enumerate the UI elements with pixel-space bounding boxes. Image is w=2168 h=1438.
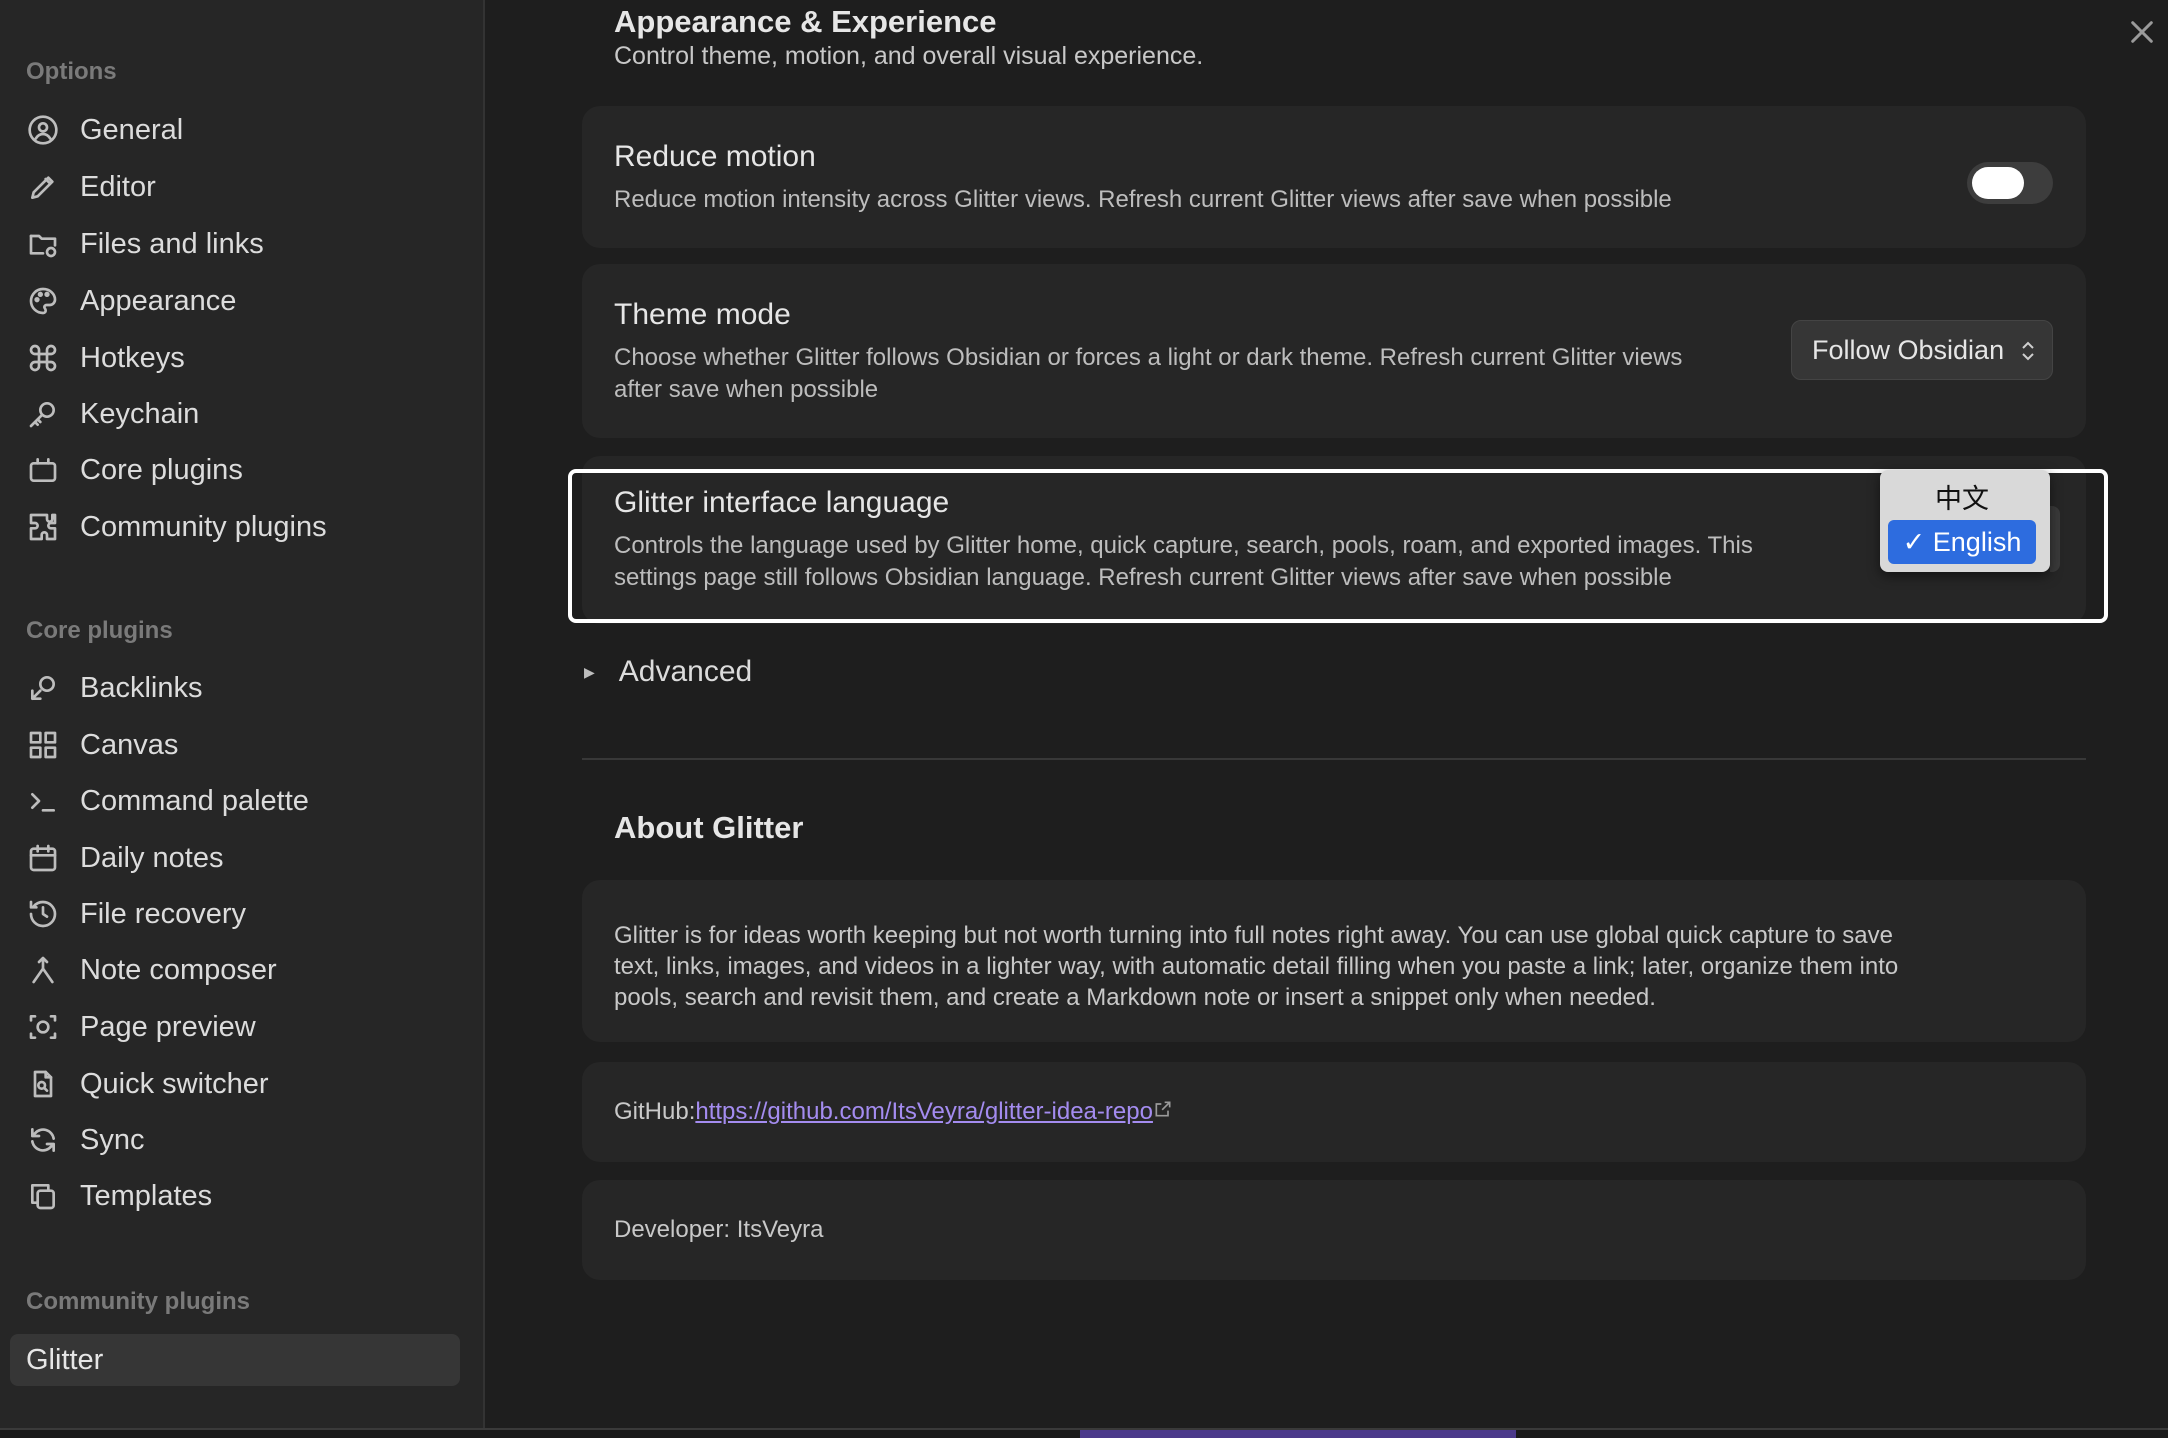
sidebar-item-label: General bbox=[80, 113, 184, 146]
sidebar-section-community-plugins: Community plugins bbox=[26, 1288, 250, 1315]
sidebar-item-appearance[interactable]: Appearance bbox=[26, 277, 236, 325]
sync-icon bbox=[26, 1123, 60, 1157]
sidebar-item-hotkeys[interactable]: Hotkeys bbox=[26, 334, 185, 382]
about-line-2: text, links, images, and videos in a lig… bbox=[614, 953, 1899, 980]
key-icon bbox=[26, 397, 60, 431]
close-button[interactable] bbox=[2124, 14, 2160, 50]
sidebar-item-label: Daily notes bbox=[80, 841, 224, 874]
sidebar-item-label: Community plugins bbox=[80, 510, 327, 543]
close-icon bbox=[2131, 21, 2153, 43]
sidebar-item-quick-switcher[interactable]: Quick switcher bbox=[26, 1060, 269, 1108]
sidebar-item-keychain[interactable]: Keychain bbox=[26, 390, 199, 438]
sidebar-item-sync[interactable]: Sync bbox=[26, 1116, 144, 1164]
disclosure-triangle-icon: ▶ bbox=[584, 663, 595, 680]
terminal-icon bbox=[26, 784, 60, 818]
sidebar-item-note-composer[interactable]: Note composer bbox=[26, 946, 277, 994]
settings-sidebar: Options General Editor Files and links A… bbox=[0, 0, 485, 1428]
developer-card: Developer: ItsVeyra bbox=[582, 1180, 2086, 1280]
sidebar-item-label: Editor bbox=[80, 170, 156, 203]
reduce-motion-toggle[interactable] bbox=[1967, 162, 2053, 204]
theme-mode-setting: Theme mode Choose whether Glitter follow… bbox=[582, 264, 2086, 438]
language-select-edge bbox=[2050, 506, 2060, 572]
sidebar-item-label: Command palette bbox=[80, 784, 309, 817]
sidebar-item-general[interactable]: General bbox=[26, 106, 183, 154]
setting-title: Theme mode bbox=[614, 298, 791, 331]
bottom-status-bar bbox=[0, 1428, 2168, 1438]
backlinks-icon bbox=[26, 671, 60, 705]
chevron-up-down-icon bbox=[2020, 339, 2036, 363]
advanced-label: Advanced bbox=[618, 655, 753, 688]
sidebar-item-label: Note composer bbox=[80, 953, 277, 986]
puzzle-icon bbox=[26, 510, 60, 544]
sidebar-item-backlinks[interactable]: Backlinks bbox=[26, 664, 203, 712]
about-title: About Glitter bbox=[614, 810, 804, 845]
sidebar-item-label: File recovery bbox=[80, 897, 246, 930]
copy-icon bbox=[26, 1179, 60, 1213]
sidebar-item-label: Backlinks bbox=[80, 671, 203, 704]
advanced-disclosure[interactable]: ▶ Advanced bbox=[582, 655, 752, 689]
sidebar-item-command-palette[interactable]: Command palette bbox=[26, 777, 309, 825]
palette-icon bbox=[26, 284, 60, 318]
language-option-chinese[interactable]: 中文 bbox=[1888, 474, 2036, 518]
about-line-3: pools, search and revisit them, and crea… bbox=[614, 984, 1656, 1011]
developer-text: Developer: ItsVeyra bbox=[614, 1216, 824, 1243]
sidebar-item-editor[interactable]: Editor bbox=[26, 163, 156, 211]
section-divider bbox=[582, 758, 2086, 760]
sidebar-item-canvas[interactable]: Canvas bbox=[26, 721, 178, 769]
focus-highlight-box bbox=[568, 469, 2108, 623]
sidebar-item-label: Hotkeys bbox=[80, 341, 185, 374]
setting-description: Reduce motion intensity across Glitter v… bbox=[614, 186, 1672, 213]
github-link[interactable]: https://github.com/ItsVeyra/glitter-idea… bbox=[695, 1096, 1153, 1128]
canvas-icon bbox=[26, 728, 60, 762]
github-label: GitHub: bbox=[614, 1098, 696, 1125]
plug-box-icon bbox=[26, 453, 60, 487]
language-option-english[interactable]: ✓ English bbox=[1888, 520, 2036, 564]
sidebar-item-label: Keychain bbox=[80, 397, 200, 430]
pencil-icon bbox=[26, 170, 60, 204]
sidebar-item-label: Files and links bbox=[80, 227, 264, 260]
command-icon bbox=[26, 341, 60, 375]
calendar-icon bbox=[26, 841, 60, 875]
sidebar-item-label: Canvas bbox=[80, 728, 179, 761]
merge-icon bbox=[26, 953, 60, 987]
sidebar-section-options: Options bbox=[26, 58, 117, 85]
section-subtitle: Control theme, motion, and overall visua… bbox=[614, 42, 1204, 70]
sidebar-item-glitter[interactable]: Glitter bbox=[10, 1334, 460, 1386]
setting-description-line-1: Choose whether Glitter follows Obsidian … bbox=[614, 344, 1683, 371]
language-select-menu[interactable]: 中文 ✓ English bbox=[1880, 470, 2050, 572]
file-search-icon bbox=[26, 1067, 60, 1101]
sidebar-item-label: Core plugins bbox=[80, 453, 243, 486]
history-icon bbox=[26, 897, 60, 931]
github-card: GitHub: https://github.com/ItsVeyra/glit… bbox=[582, 1062, 2086, 1162]
about-description-card: Glitter is for ideas worth keeping but n… bbox=[582, 880, 2086, 1042]
sidebar-item-label: Templates bbox=[80, 1179, 213, 1212]
section-title: Appearance & Experience bbox=[614, 4, 997, 39]
setting-title: Reduce motion bbox=[614, 140, 816, 173]
sidebar-item-community-plugins[interactable]: Community plugins bbox=[26, 503, 327, 551]
sidebar-item-daily-notes[interactable]: Daily notes bbox=[26, 834, 223, 882]
reduce-motion-setting: Reduce motion Reduce motion intensity ac… bbox=[582, 106, 2086, 248]
about-line-1: Glitter is for ideas worth keeping but n… bbox=[614, 922, 1893, 949]
user-circle-icon bbox=[26, 113, 60, 147]
external-link-icon bbox=[1153, 1096, 1173, 1128]
sidebar-item-label: Sync bbox=[80, 1123, 145, 1156]
sidebar-item-core-plugins[interactable]: Core plugins bbox=[26, 446, 243, 494]
sidebar-item-files-and-links[interactable]: Files and links bbox=[26, 220, 264, 268]
sidebar-item-label: Appearance bbox=[80, 284, 237, 317]
sidebar-item-templates[interactable]: Templates bbox=[26, 1172, 212, 1220]
dropdown-value: Follow Obsidian bbox=[1812, 334, 2005, 365]
sidebar-item-label: Quick switcher bbox=[80, 1067, 269, 1100]
sidebar-item-label: Page preview bbox=[80, 1010, 256, 1043]
sidebar-item-file-recovery[interactable]: File recovery bbox=[26, 890, 246, 938]
theme-mode-dropdown[interactable]: Follow Obsidian bbox=[1791, 320, 2053, 380]
sidebar-item-page-preview[interactable]: Page preview bbox=[26, 1003, 256, 1051]
toggle-knob bbox=[1972, 167, 2024, 199]
folder-gear-icon bbox=[26, 227, 60, 261]
setting-description-line-2: after save when possible bbox=[614, 376, 879, 403]
bottom-accent-bar bbox=[1080, 1430, 1516, 1438]
github-row: GitHub: https://github.com/ItsVeyra/glit… bbox=[614, 1096, 1173, 1128]
preview-icon bbox=[26, 1010, 60, 1044]
sidebar-section-core-plugins: Core plugins bbox=[26, 617, 173, 644]
